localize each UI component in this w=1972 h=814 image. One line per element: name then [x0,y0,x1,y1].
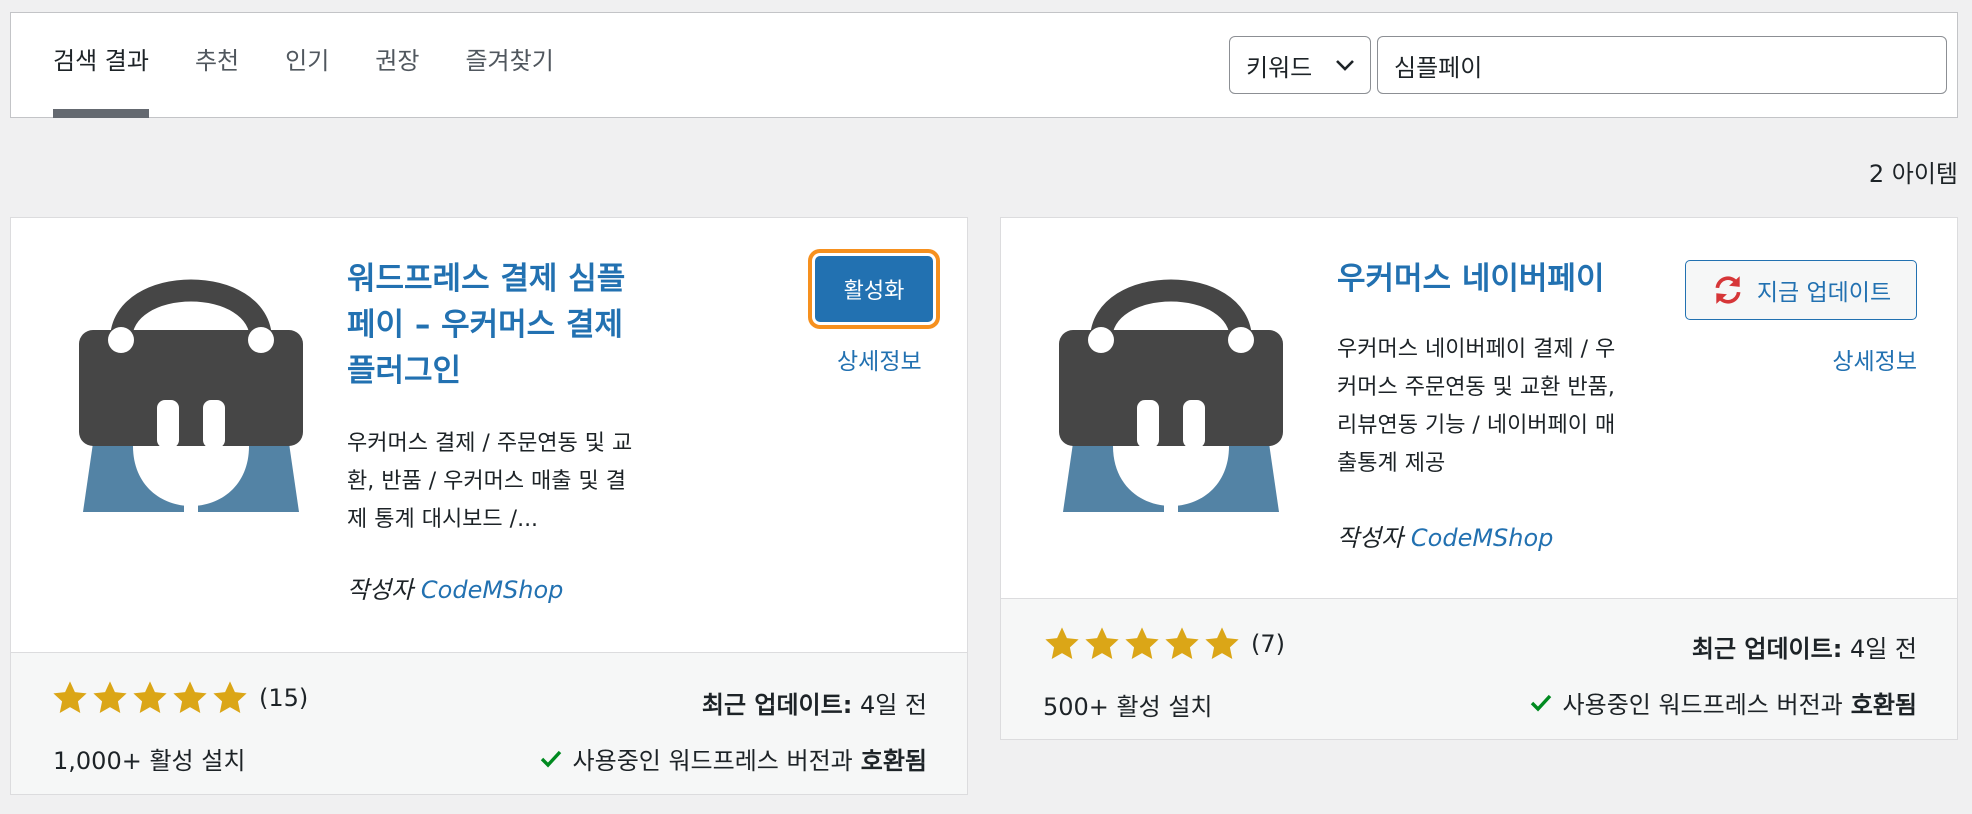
last-updated-label: 최근 업데이트: [701,691,853,719]
plugin-title-line: 워드프레스 결제 심플 [347,261,626,297]
compat-text: 사용중인 워드프레스 버전과 [1562,691,1843,719]
tab-recommended[interactable]: 권장 [375,13,419,119]
plugin-description-line: 우커머스 네이버페이 결제 / 우 [1337,337,1616,362]
plugin-title[interactable]: 워드프레스 결제 심플 페이 – 우커머스 결제 플러그인 [347,256,677,394]
star-icon [1045,627,1079,660]
compat-text: 사용중인 워드프레스 버전과 [572,747,853,775]
star-icon [173,681,207,714]
activate-button[interactable]: 활성화 [815,256,933,322]
star-icon [1085,627,1119,660]
plugin-description: 우커머스 네이버페이 결제 / 우 커머스 주문연동 및 교환 반품, 리뷰연동… [1337,331,1677,483]
plugin-description-line: 리뷰연동 기능 / 네이버페이 매 [1337,413,1616,438]
rating-count: (15) [259,684,309,712]
star-icon [93,681,127,714]
last-updated: 최근 업데이트: 4일 전 [702,685,927,720]
rating-count: (7) [1251,630,1285,658]
star-icon [213,681,247,714]
plugin-rating: (7) [1043,625,1285,663]
star-icon [53,681,87,714]
author-link[interactable]: CodeMShop [1411,524,1554,552]
star-icon [133,681,167,714]
plugin-title-line: 페이 – 우커머스 결제 [347,307,624,343]
update-now-label: 지금 업데이트 [1756,280,1892,306]
tab-favorites[interactable]: 즐겨찾기 [465,13,553,119]
plugin-description-line: 우커머스 결제 / 주문연동 및 교 [347,431,633,456]
compatibility: 사용중인 워드프레스 버전과 호환됨 [1529,685,1917,720]
plugin-bag-icon [79,279,303,520]
plugin-title-line: 우커머스 네이버페이 [1337,261,1605,297]
refresh-icon [1715,276,1741,304]
compatibility: 사용중인 워드프레스 버전과 호환됨 [539,741,927,776]
plugin-title-line: 플러그인 [347,353,462,389]
plugin-description-line: 환, 반품 / 우커머스 매출 및 결 [347,469,627,494]
author-prefix: 작성자 [347,576,414,604]
last-updated-value: 4일 전 [1849,635,1917,663]
plugin-description-line: 제 통계 대시보드 /... [347,507,539,532]
plugin-rating: (15) [51,679,308,717]
search-type-label: 키워드 [1246,53,1313,82]
star-icon [1125,627,1159,660]
plugin-description-line: 출통계 제공 [1337,451,1446,476]
author-prefix: 작성자 [1337,524,1404,552]
plugin-card-bottom: (7) 500+ 활성 설치 최근 업데이트: 4일 전 사용중인 워드프레스 … [1001,598,1957,739]
last-updated: 최근 업데이트: 4일 전 [1692,629,1917,664]
star-icon [1165,627,1199,660]
search-type-select[interactable]: 키워드 [1229,36,1371,94]
plugin-bag-icon [1059,279,1283,520]
plugin-title[interactable]: 우커머스 네이버페이 [1337,256,1677,302]
active-installs: 1,000+ 활성 설치 [53,747,246,775]
tab-search-results[interactable]: 검색 결과 [53,13,149,119]
tab-featured[interactable]: 추천 [195,13,239,119]
plugin-card: 우커머스 네이버페이 우커머스 네이버페이 결제 / 우 커머스 주문연동 및 … [1000,217,1958,740]
plugin-description-line: 커머스 주문연동 및 교환 반품, [1337,375,1615,400]
plugin-card-bottom: (15) 1,000+ 활성 설치 최근 업데이트: 4일 전 사용중인 워드프… [11,652,967,794]
last-updated-label: 최근 업데이트: [1691,635,1843,663]
update-now-button[interactable]: 지금 업데이트 [1685,260,1917,320]
result-count: 2 아이템 [1868,160,1958,188]
check-icon [540,750,561,767]
plugin-card-top: 우커머스 네이버페이 우커머스 네이버페이 결제 / 우 커머스 주문연동 및 … [1001,218,1957,600]
plugin-author: 작성자 CodeMShop [347,570,563,605]
search-input[interactable] [1377,36,1947,94]
more-details-link[interactable]: 상세정보 [837,342,922,376]
chevron-down-icon [1336,60,1354,71]
tab-popular[interactable]: 인기 [285,13,329,119]
last-updated-value: 4일 전 [859,691,927,719]
compat-status: 호환됨 [1850,691,1917,719]
active-installs: 500+ 활성 설치 [1043,693,1213,721]
compat-status: 호환됨 [860,747,927,775]
check-icon [1530,694,1551,711]
star-icon [1205,627,1239,660]
plugin-card: 워드프레스 결제 심플 페이 – 우커머스 결제 플러그인 우커머스 결제 / … [10,217,968,795]
more-details-link[interactable]: 상세정보 [1832,342,1917,376]
plugin-author: 작성자 CodeMShop [1337,518,1553,553]
plugin-card-top: 워드프레스 결제 심플 페이 – 우커머스 결제 플러그인 우커머스 결제 / … [11,218,967,654]
author-link[interactable]: CodeMShop [421,576,564,604]
plugin-description: 우커머스 결제 / 주문연동 및 교 환, 반품 / 우커머스 매출 및 결 제… [347,425,687,539]
filter-tabs: 검색 결과 추천 인기 권장 즐겨찾기 [53,13,600,119]
plugin-filter-bar: 검색 결과 추천 인기 권장 즐겨찾기 키워드 [10,12,1958,118]
